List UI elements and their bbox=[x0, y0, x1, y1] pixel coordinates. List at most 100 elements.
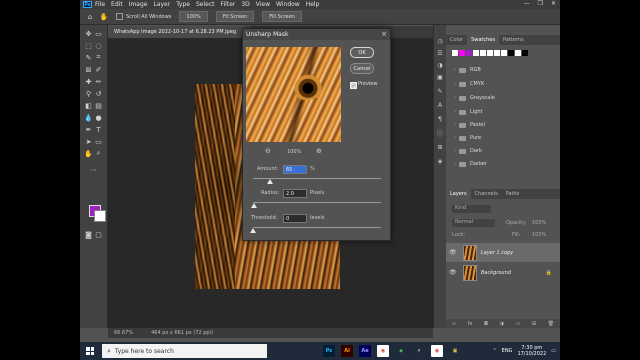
maximize-button[interactable]: ❐ bbox=[538, 0, 543, 7]
visibility-eye-icon[interactable]: 👁 bbox=[449, 269, 459, 276]
swatch-folder-light[interactable]: › Light bbox=[454, 107, 482, 117]
tab-paths[interactable]: Paths bbox=[502, 189, 524, 199]
character-panel-icon[interactable]: ¶ bbox=[436, 115, 444, 123]
menu-window[interactable]: Window bbox=[276, 1, 300, 8]
amount-input[interactable]: 65 bbox=[283, 165, 307, 174]
styles-panel-icon[interactable]: ◈ bbox=[436, 157, 444, 165]
taskbar-app-icon[interactable]: ⚡ bbox=[413, 345, 425, 357]
taskbar-app-icon[interactable]: Ps bbox=[323, 345, 335, 357]
menu-view[interactable]: View bbox=[256, 1, 270, 8]
swatch-chip[interactable] bbox=[480, 50, 486, 56]
fx-icon[interactable]: fx bbox=[468, 321, 473, 327]
screen-mode-icon[interactable]: ▢ bbox=[94, 230, 103, 239]
zoom-tool-icon[interactable]: ⌕ bbox=[94, 149, 103, 158]
navigator-panel-icon[interactable]: ⊞ bbox=[436, 143, 444, 151]
kind-filter-select[interactable]: Kind bbox=[452, 205, 491, 213]
menu-filter[interactable]: Filter bbox=[221, 1, 236, 8]
gradient-tool-icon[interactable]: ▤ bbox=[94, 101, 103, 110]
tray-up-icon[interactable]: ⌃ bbox=[492, 348, 496, 354]
eraser-tool-icon[interactable]: ◧ bbox=[84, 101, 93, 110]
swatch-chip[interactable] bbox=[522, 50, 528, 56]
menu-image[interactable]: Image bbox=[129, 1, 148, 8]
radius-slider-thumb[interactable] bbox=[251, 203, 258, 208]
swatch-chip[interactable] bbox=[494, 50, 500, 56]
blend-mode-select[interactable]: Normal bbox=[452, 219, 495, 227]
swatch-folder-darker[interactable]: › Darker bbox=[454, 159, 487, 169]
swatch-chip[interactable] bbox=[452, 50, 458, 56]
swatch-chip[interactable] bbox=[501, 50, 507, 56]
add-mask-icon[interactable]: ◘ bbox=[484, 321, 488, 327]
history-panel-icon[interactable]: ◷ bbox=[436, 37, 444, 45]
swatch-folder-rgb[interactable]: › RGB bbox=[454, 65, 481, 75]
glyphs-panel-icon[interactable]: A bbox=[436, 101, 444, 109]
lasso-tool-icon[interactable]: ◌ bbox=[94, 41, 103, 50]
fill-value[interactable]: 100% bbox=[532, 232, 546, 238]
taskbar-app-icon[interactable]: Ai bbox=[341, 345, 353, 357]
new-layer-icon[interactable]: ⊞ bbox=[532, 321, 536, 327]
swatch-chip[interactable] bbox=[515, 50, 521, 56]
windows-start-icon[interactable] bbox=[86, 347, 94, 355]
swatch-folder-cmyk[interactable]: › CMYK bbox=[454, 79, 484, 89]
tab-layers[interactable]: Layers bbox=[446, 189, 471, 199]
hand-tool-icon[interactable]: ✋ bbox=[100, 13, 109, 21]
more-tools-icon[interactable]: ⋯ bbox=[89, 165, 98, 174]
tab-swatches[interactable]: Swatches bbox=[467, 35, 499, 45]
clock[interactable]: 7:30 pm 17/10/2022 bbox=[517, 345, 546, 357]
layer-row[interactable]: 👁 Background 🔒 bbox=[446, 263, 560, 282]
notifications-icon[interactable]: ▭ bbox=[551, 348, 556, 354]
dodge-tool-icon[interactable]: ● bbox=[94, 113, 103, 122]
layer-row[interactable]: 👁 Layer 1 copy bbox=[446, 243, 560, 262]
eyedropper-tool-icon[interactable]: ✐ bbox=[94, 65, 103, 74]
adjustments-panel-icon[interactable]: ◑ bbox=[436, 61, 444, 69]
language-indicator[interactable]: ENG bbox=[502, 348, 513, 354]
brushes-panel-icon[interactable]: ✎ bbox=[436, 87, 444, 95]
quick-select-tool-icon[interactable]: ✎ bbox=[84, 53, 93, 62]
zoom-status[interactable]: 66.67% bbox=[114, 330, 133, 336]
link-layers-icon[interactable]: ∞ bbox=[452, 321, 456, 327]
home-icon[interactable]: ⌂ bbox=[86, 13, 94, 21]
menu-3d[interactable]: 3D bbox=[241, 1, 249, 8]
fit-screen-button[interactable]: Fit Screen bbox=[215, 11, 255, 22]
quick-mask-icon[interactable]: ◙ bbox=[84, 230, 93, 239]
opacity-value[interactable]: 100% bbox=[532, 220, 546, 226]
threshold-slider-thumb[interactable] bbox=[250, 228, 256, 233]
taskbar-app-icon[interactable]: Ae bbox=[359, 345, 371, 357]
close-button[interactable]: ✕ bbox=[551, 0, 556, 7]
new-group-icon[interactable]: ▭ bbox=[516, 321, 521, 327]
ok-button[interactable]: OK bbox=[350, 47, 374, 58]
path-selection-tool-icon[interactable]: ➤ bbox=[84, 137, 93, 146]
swatch-folder-pure[interactable]: › Pure bbox=[454, 133, 481, 143]
swatch-folder-pastel[interactable]: › Pastel bbox=[454, 120, 485, 130]
zoom-out-icon[interactable]: ⊖ bbox=[265, 147, 271, 155]
menu-layer[interactable]: Layer bbox=[153, 1, 170, 8]
amount-slider-thumb[interactable] bbox=[266, 179, 273, 184]
clone-stamp-tool-icon[interactable]: ⚲ bbox=[84, 89, 93, 98]
zoom-in-icon[interactable]: ⊕ bbox=[316, 147, 322, 155]
menu-edit[interactable]: Edit bbox=[111, 1, 123, 8]
radius-input[interactable]: 2.0 bbox=[283, 189, 307, 198]
blur-tool-icon[interactable]: 💧 bbox=[84, 113, 93, 122]
artboard-tool-icon[interactable]: ▭ bbox=[94, 29, 103, 38]
taskbar-app-icon[interactable]: ◉ bbox=[431, 345, 443, 357]
swatch-chip[interactable] bbox=[487, 50, 493, 56]
shape-tool-icon[interactable]: ▭ bbox=[94, 137, 103, 146]
properties-panel-icon[interactable]: ☰ bbox=[436, 49, 444, 57]
hand-tool-icon[interactable]: ✋ bbox=[84, 149, 93, 158]
brush-tool-icon[interactable]: ✏ bbox=[94, 77, 103, 86]
swatch-chip[interactable] bbox=[466, 50, 472, 56]
swatch-folder-grayscale[interactable]: › Grayscale bbox=[454, 93, 495, 103]
healing-brush-tool-icon[interactable]: ✚ bbox=[84, 77, 93, 86]
threshold-slider-track[interactable] bbox=[253, 227, 381, 228]
taskbar-search[interactable]: ⌕ Type here to search bbox=[102, 344, 267, 358]
dialog-title-bar[interactable]: Unsharp Mask × bbox=[243, 29, 390, 40]
menu-type[interactable]: Type bbox=[176, 1, 190, 8]
tab-patterns[interactable]: Patterns bbox=[499, 35, 528, 45]
pen-tool-icon[interactable]: ✒ bbox=[84, 125, 93, 134]
swatch-chip[interactable] bbox=[459, 50, 465, 56]
taskbar-app-icon[interactable]: ◉ bbox=[377, 345, 389, 357]
type-tool-icon[interactable]: T bbox=[94, 125, 103, 134]
filter-preview[interactable] bbox=[246, 47, 341, 142]
cancel-button[interactable]: Cancel bbox=[350, 63, 374, 74]
delete-layer-icon[interactable]: 🗑 bbox=[548, 321, 554, 327]
history-brush-tool-icon[interactable]: ↺ bbox=[94, 89, 103, 98]
